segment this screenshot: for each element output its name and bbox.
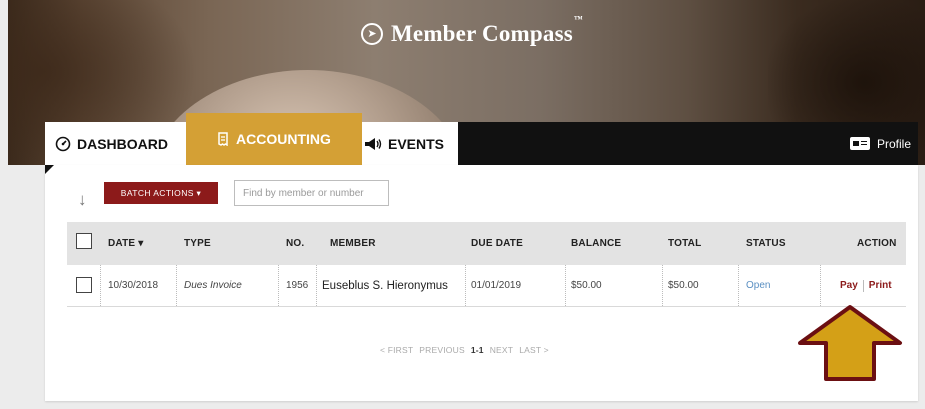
- row-checkbox[interactable]: [76, 277, 92, 293]
- print-link[interactable]: Print: [869, 280, 892, 291]
- row-date: 10/30/2018: [108, 280, 159, 291]
- row-actions: Pay Print: [840, 265, 892, 306]
- row-number: 1956: [286, 280, 309, 291]
- app-brand[interactable]: ➤ Member Compass™: [361, 14, 584, 49]
- id-card-icon: [849, 137, 870, 150]
- pager-next[interactable]: NEXT: [490, 345, 513, 355]
- search-input[interactable]: [234, 180, 389, 206]
- column-header-total[interactable]: TOTAL: [668, 222, 701, 265]
- row-due-date: 01/01/2019: [471, 280, 522, 291]
- sort-down-arrow-icon[interactable]: ↓: [78, 190, 87, 210]
- panel-corner-decoration: [45, 165, 54, 174]
- column-header-action: ACTION: [857, 238, 897, 249]
- tab-dashboard-label: DASHBOARD: [77, 135, 168, 152]
- row-member[interactable]: Euseblus S. Hieronymus: [322, 265, 448, 306]
- compass-icon: ➤: [361, 23, 383, 45]
- pager-current: 1-1: [470, 345, 484, 355]
- row-type: Dues Invoice: [184, 280, 242, 291]
- pager-previous[interactable]: PREVIOUS: [419, 345, 465, 355]
- app-title: Member Compass™: [391, 14, 584, 46]
- pager-last[interactable]: LAST >: [519, 345, 549, 355]
- profile-label: Profile: [876, 136, 911, 151]
- column-header-date[interactable]: DATE ▾: [108, 222, 143, 265]
- up-arrow-callout-icon: [798, 305, 902, 381]
- tab-dashboard[interactable]: DASHBOARD: [45, 122, 186, 165]
- column-header-member[interactable]: MEMBER: [330, 222, 376, 265]
- row-divider: [67, 306, 906, 307]
- column-header-no[interactable]: NO.: [286, 222, 304, 265]
- profile-link[interactable]: Profile: [849, 122, 911, 165]
- tab-accounting[interactable]: ACCOUNTING: [186, 113, 362, 165]
- receipt-icon: [218, 132, 228, 146]
- select-all-checkbox[interactable]: [76, 233, 92, 249]
- tab-events-label: EVENTS: [388, 135, 445, 152]
- column-header-status[interactable]: STATUS: [746, 222, 786, 265]
- tab-events[interactable]: EVENTS: [362, 122, 458, 165]
- megaphone-icon: [365, 137, 382, 150]
- pagination: < FIRST PREVIOUS 1-1 NEXT LAST >: [380, 343, 549, 357]
- row-total: $50.00: [668, 280, 699, 291]
- speedometer-icon: [55, 136, 71, 151]
- tab-accounting-label: ACCOUNTING: [236, 131, 331, 147]
- row-balance: $50.00: [571, 280, 602, 291]
- batch-actions-button[interactable]: BATCH ACTIONS ▾: [104, 182, 218, 204]
- column-header-due-date[interactable]: DUE DATE: [471, 222, 523, 265]
- pager-first[interactable]: < FIRST: [380, 345, 413, 355]
- row-status: Open: [746, 280, 771, 291]
- column-header-balance[interactable]: BALANCE: [571, 222, 621, 265]
- pay-link[interactable]: Pay: [840, 280, 858, 291]
- column-header-type[interactable]: TYPE: [184, 222, 211, 265]
